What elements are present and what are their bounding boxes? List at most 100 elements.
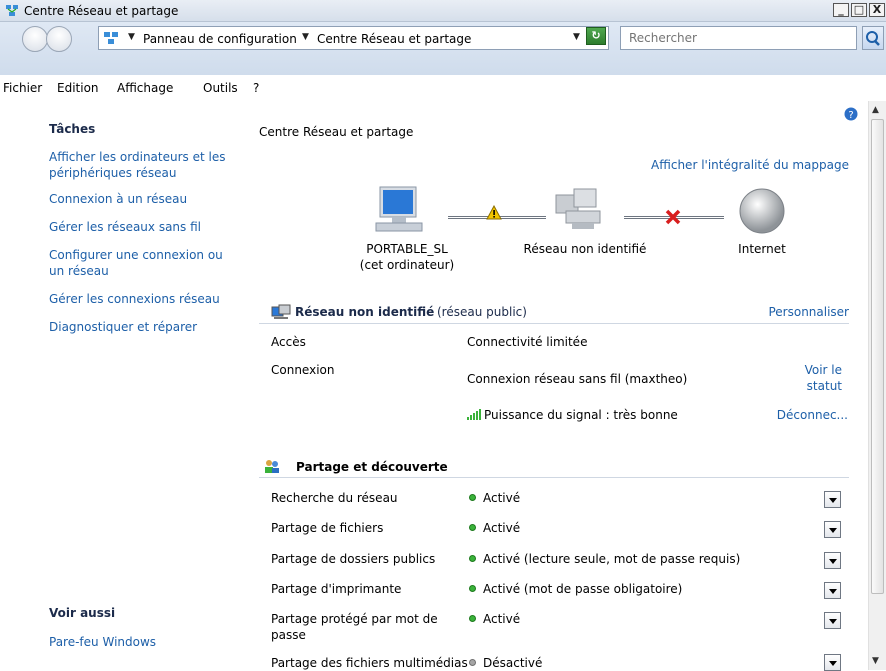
disconnect-link[interactable]: Déconnec... bbox=[748, 407, 848, 423]
window-title: Centre Réseau et partage bbox=[24, 4, 179, 18]
status-on-icon bbox=[469, 615, 476, 622]
sharing-row-status: Désactivé bbox=[483, 656, 543, 670]
sharing-row-label: Partage de dossiers publics bbox=[271, 552, 436, 566]
network-center-icon bbox=[6, 5, 18, 16]
task-manage-connections-link[interactable]: Gérer les connexions réseau bbox=[49, 291, 239, 307]
breadcrumb-network-center[interactable]: Centre Réseau et partage bbox=[317, 32, 471, 46]
search-input[interactable] bbox=[627, 28, 827, 48]
customize-link[interactable]: Personnaliser bbox=[768, 305, 849, 319]
sharing-row-value: Activé bbox=[469, 611, 520, 627]
title-bar: Centre Réseau et partage _ □ X bbox=[0, 0, 886, 22]
search-box[interactable] bbox=[620, 26, 857, 50]
sharing-row-status: Activé (lecture seule, mot de passe requ… bbox=[483, 552, 741, 566]
view-status-link[interactable]: Voir le statut bbox=[778, 362, 842, 394]
access-value: Connectivité limitée bbox=[467, 335, 588, 349]
sharing-row-status: Activé bbox=[483, 491, 521, 505]
signal-strength-icon bbox=[467, 409, 481, 420]
menu-file[interactable]: Fichier bbox=[3, 81, 42, 95]
expand-file-sharing-button[interactable] bbox=[824, 521, 841, 538]
firewall-link[interactable]: Pare-feu Windows bbox=[49, 634, 239, 650]
see-also-heading: Voir aussi bbox=[49, 606, 116, 620]
minimize-button[interactable]: _ bbox=[833, 3, 849, 17]
menu-bar: Fichier Edition Affichage Outils ? bbox=[0, 75, 886, 101]
sharing-title: Partage et découverte bbox=[296, 460, 448, 474]
expand-password-sharing-button[interactable] bbox=[824, 612, 841, 629]
computer-name-label: PORTABLE_SL bbox=[366, 242, 448, 256]
sharing-row-status: Activé (mot de passe obligatoire) bbox=[483, 582, 683, 596]
scroll-thumb[interactable] bbox=[871, 119, 884, 594]
menu-view[interactable]: Affichage bbox=[117, 81, 173, 95]
status-on-icon bbox=[469, 524, 476, 531]
network-section-header: Réseau non identifié (réseau public) Per… bbox=[259, 300, 849, 324]
sharing-row-status: Activé bbox=[483, 612, 521, 626]
menu-help[interactable]: ? bbox=[253, 81, 259, 95]
back-button[interactable] bbox=[22, 26, 48, 52]
task-diagnose-link[interactable]: Diagnostiquer et réparer bbox=[49, 319, 239, 335]
search-icon bbox=[866, 31, 880, 46]
menu-tools[interactable]: Outils bbox=[203, 81, 238, 95]
public-network-icon bbox=[271, 304, 291, 319]
sharing-row-label: Recherche du réseau bbox=[271, 491, 398, 505]
status-on-icon bbox=[469, 555, 476, 562]
internet-node-label: Internet bbox=[738, 242, 786, 256]
menu-edit[interactable]: Edition bbox=[57, 81, 99, 95]
address-toolbar: ▼ Panneau de configuration ▼ Centre Rése… bbox=[0, 22, 886, 75]
scroll-down-icon[interactable]: ▼ bbox=[872, 656, 879, 666]
history-dropdown-icon[interactable]: ▼ bbox=[573, 32, 580, 42]
sharing-row-label: Partage de fichiers bbox=[271, 521, 384, 535]
task-view-computers-link[interactable]: Afficher les ordinateurs et les périphér… bbox=[49, 149, 239, 181]
view-full-map-link[interactable]: Afficher l'intégralité du mappage bbox=[651, 158, 849, 172]
sharing-icon bbox=[265, 460, 279, 473]
help-icon[interactable]: ? bbox=[844, 107, 858, 121]
internet-globe-icon bbox=[739, 188, 785, 234]
task-manage-wireless-link[interactable]: Gérer les réseaux sans fil bbox=[49, 219, 239, 235]
expand-media-sharing-button[interactable] bbox=[824, 654, 841, 671]
task-setup-connection-link[interactable]: Configurer une connexion ou un réseau bbox=[49, 247, 239, 279]
breadcrumb-arrow-icon[interactable]: ▼ bbox=[128, 32, 135, 42]
sharing-row-label: Partage des fichiers multimédias bbox=[271, 656, 468, 670]
page-title: Centre Réseau et partage bbox=[259, 125, 414, 139]
search-button[interactable] bbox=[862, 26, 884, 50]
status-on-icon bbox=[469, 494, 476, 501]
computer-sub-label: (cet ordinateur) bbox=[359, 258, 455, 272]
svg-text:?: ? bbox=[848, 110, 853, 121]
access-label: Accès bbox=[271, 335, 306, 349]
connection-label: Connexion bbox=[271, 363, 335, 377]
sharing-row-label: Partage d'imprimante bbox=[271, 582, 402, 596]
expand-printer-sharing-button[interactable] bbox=[824, 582, 841, 599]
sharing-row-value: Activé (mot de passe obligatoire) bbox=[469, 581, 682, 597]
network-type: (réseau public) bbox=[437, 305, 527, 319]
sharing-row-value: Activé (lecture seule, mot de passe requ… bbox=[469, 551, 740, 567]
forward-button[interactable] bbox=[46, 26, 72, 52]
status-on-icon bbox=[469, 585, 476, 592]
sharing-row-value: Activé bbox=[469, 490, 520, 506]
expand-public-folder-button[interactable] bbox=[824, 552, 841, 569]
close-button[interactable]: X bbox=[869, 3, 885, 17]
network-name: Réseau non identifié bbox=[295, 305, 435, 319]
address-bar[interactable]: ▼ Panneau de configuration ▼ Centre Rése… bbox=[98, 26, 609, 50]
expand-network-discovery-button[interactable] bbox=[824, 491, 841, 508]
sharing-row-status: Activé bbox=[483, 521, 521, 535]
connection-value: Connexion réseau sans fil (maxtheo) bbox=[467, 372, 688, 386]
breadcrumb-arrow-icon[interactable]: ▼ bbox=[302, 32, 309, 42]
no-connection-icon bbox=[665, 209, 681, 225]
breadcrumb-control-panel[interactable]: Panneau de configuration bbox=[143, 32, 297, 46]
sharing-section-header: Partage et découverte bbox=[259, 454, 849, 478]
sharing-row-label: Partage protégé par mot de passe bbox=[271, 612, 438, 642]
tasks-heading: Tâches bbox=[49, 122, 96, 136]
sharing-row-value: Désactivé bbox=[469, 655, 542, 671]
network-node-label: Réseau non identifié bbox=[523, 242, 647, 256]
scroll-up-icon[interactable]: ▲ bbox=[872, 105, 879, 115]
status-off-icon bbox=[469, 659, 476, 666]
signal-strength-value: Puissance du signal : très bonne bbox=[484, 408, 678, 422]
refresh-button[interactable]: ↻ bbox=[586, 27, 606, 45]
vertical-scrollbar[interactable]: ▲ ▼ bbox=[868, 101, 886, 670]
warning-icon bbox=[486, 205, 502, 220]
main-content: ? Centre Réseau et partage Afficher l'in… bbox=[248, 101, 868, 671]
restore-button[interactable]: □ bbox=[851, 3, 867, 17]
computer-icon bbox=[375, 186, 423, 232]
task-connect-network-link[interactable]: Connexion à un réseau bbox=[49, 191, 239, 207]
sharing-row-value: Activé bbox=[469, 520, 520, 536]
task-pane: Tâches Afficher les ordinateurs et les p… bbox=[0, 101, 248, 670]
unidentified-network-icon bbox=[555, 188, 601, 229]
